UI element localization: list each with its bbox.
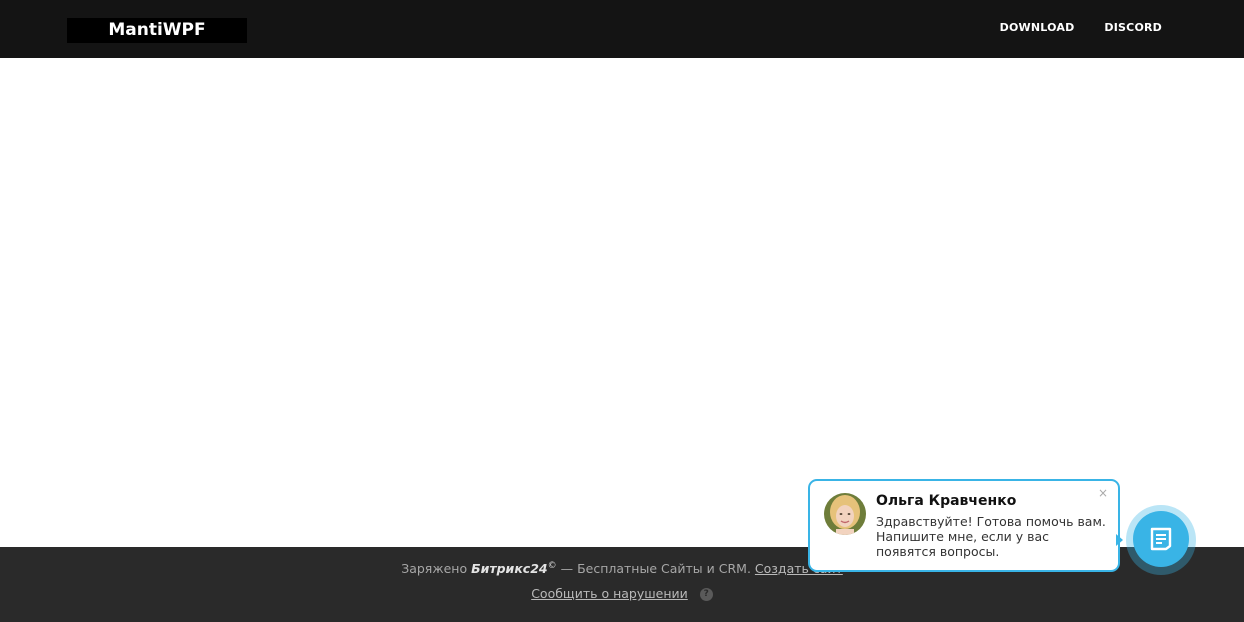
- footer-tagline: — Бесплатные Сайты и CRM.: [560, 561, 751, 577]
- bitrix24-logo[interactable]: Битрикс24: [471, 561, 548, 576]
- agent-avatar: [824, 493, 866, 535]
- chat-icon: [1150, 527, 1172, 551]
- help-icon[interactable]: ?: [699, 588, 713, 601]
- report-line: Сообщить о нарушении ?: [0, 586, 1244, 601]
- nav-discord-link[interactable]: DISCORD: [1104, 21, 1162, 34]
- chat-button-core[interactable]: [1133, 511, 1189, 567]
- page: MantiWPF DOWNLOAD DISCORD Заряжено Битри…: [0, 0, 1244, 622]
- powered-prefix: Заряжено: [401, 561, 468, 577]
- site-logo[interactable]: MantiWPF: [67, 18, 247, 43]
- top-bar: MantiWPF DOWNLOAD DISCORD: [0, 0, 1244, 58]
- agent-name: Ольга Кравченко: [876, 493, 1017, 509]
- agent-message: Здравствуйте! Готова помочь вам. Напишит…: [876, 514, 1106, 559]
- open-chat-button[interactable]: [1126, 505, 1196, 575]
- report-abuse-link[interactable]: Сообщить о нарушении: [531, 586, 688, 601]
- bitrix24-mark: ©: [547, 561, 557, 571]
- main-nav: DOWNLOAD DISCORD: [1000, 21, 1162, 34]
- bubble-tail: [1116, 534, 1123, 546]
- nav-download-link[interactable]: DOWNLOAD: [1000, 21, 1075, 34]
- chat-greeting-bubble[interactable]: Ольга Кравченко Здравствуйте! Готова пом…: [808, 479, 1120, 572]
- close-icon[interactable]: ×: [1098, 487, 1108, 499]
